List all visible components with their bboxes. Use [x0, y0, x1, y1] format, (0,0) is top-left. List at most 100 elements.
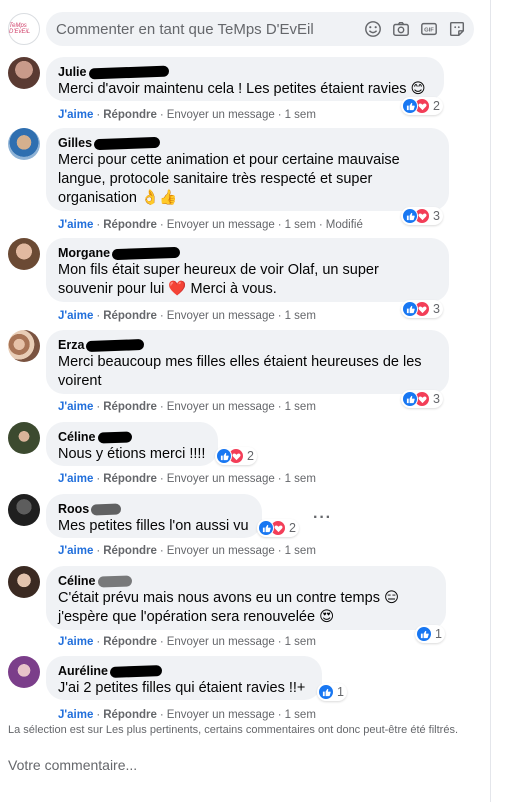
- timestamp[interactable]: 1 sem: [285, 310, 316, 322]
- timestamp[interactable]: 1 sem: [285, 109, 316, 121]
- separator: ·: [96, 709, 101, 721]
- send-message-button[interactable]: Envoyer un message: [167, 401, 275, 413]
- comment-actions: J'aime · Répondre · Envoyer un message · 1 sem: [58, 401, 316, 413]
- redaction-mark: [86, 339, 145, 353]
- redaction-mark: [97, 575, 132, 588]
- separator: ·: [277, 473, 282, 485]
- comment-author[interactable]: Auréline: [58, 664, 108, 678]
- send-message-button[interactable]: Envoyer un message: [167, 545, 275, 557]
- reaction-summary[interactable]: 1: [415, 625, 445, 643]
- timestamp[interactable]: 1 sem: [285, 401, 316, 413]
- reply-button[interactable]: Répondre: [103, 109, 157, 121]
- comment-text: Mes petites filles l'on aussi vu: [58, 518, 249, 534]
- reaction-summary[interactable]: 2: [257, 519, 299, 537]
- separator: ·: [277, 709, 282, 721]
- reaction-count: 3: [433, 392, 440, 406]
- separator: ·: [96, 109, 101, 121]
- reply-button[interactable]: Répondre: [103, 219, 157, 231]
- like-reaction-icon: [318, 684, 334, 700]
- comment-author[interactable]: Céline: [58, 574, 96, 588]
- separator: ·: [96, 636, 101, 648]
- separator: ·: [96, 473, 101, 485]
- comment-input[interactable]: [56, 12, 356, 46]
- scrollbar[interactable]: [490, 0, 506, 802]
- reply-button[interactable]: Répondre: [103, 636, 157, 648]
- like-button[interactable]: J'aime: [58, 109, 93, 121]
- reply-button[interactable]: Répondre: [103, 310, 157, 322]
- timestamp[interactable]: 1 sem: [285, 473, 316, 485]
- comment-text: Merci pour cette animation et pour certa…: [58, 152, 400, 206]
- reaction-count: 2: [433, 99, 440, 113]
- comment-text: Merci d'avoir maintenu cela ! Les petite…: [58, 81, 426, 97]
- comment-input-box[interactable]: GIF: [46, 12, 474, 46]
- reaction-summary[interactable]: 3: [401, 390, 443, 408]
- reaction-count: 1: [337, 685, 344, 699]
- page-avatar[interactable]: TeMps D'EvEiL: [8, 13, 40, 45]
- send-message-button[interactable]: Envoyer un message: [167, 473, 275, 485]
- like-button[interactable]: J'aime: [58, 219, 93, 231]
- like-reaction-icon: [402, 208, 418, 224]
- avatar[interactable]: [8, 422, 40, 454]
- avatar[interactable]: [8, 330, 40, 362]
- send-message-button[interactable]: Envoyer un message: [167, 636, 275, 648]
- avatar[interactable]: [8, 57, 40, 89]
- avatar[interactable]: [8, 656, 40, 688]
- like-button[interactable]: J'aime: [58, 473, 93, 485]
- reaction-summary[interactable]: 1: [317, 683, 347, 701]
- like-button[interactable]: J'aime: [58, 709, 93, 721]
- avatar[interactable]: [8, 128, 40, 160]
- separator: ·: [277, 219, 282, 231]
- send-message-button[interactable]: Envoyer un message: [167, 709, 275, 721]
- comment-author[interactable]: Morgane: [58, 246, 110, 260]
- reply-button[interactable]: Répondre: [103, 709, 157, 721]
- send-message-button[interactable]: Envoyer un message: [167, 219, 275, 231]
- separator: ·: [277, 636, 282, 648]
- reaction-summary[interactable]: 3: [401, 207, 443, 225]
- like-reaction-icon: [402, 391, 418, 407]
- comment-author[interactable]: Roos: [58, 502, 89, 516]
- smiley-icon[interactable]: [364, 20, 382, 38]
- comment-bubble: Céline Nous y étions merci !!!!: [46, 422, 218, 466]
- avatar[interactable]: [8, 238, 40, 270]
- reply-button[interactable]: Répondre: [103, 473, 157, 485]
- comment-author[interactable]: Julie: [58, 65, 87, 79]
- reaction-count: 3: [433, 209, 440, 223]
- sticker-icon[interactable]: [448, 20, 466, 38]
- like-button[interactable]: J'aime: [58, 401, 93, 413]
- your-comment-input[interactable]: Votre commentaire...: [8, 757, 137, 773]
- separator: ·: [159, 109, 164, 121]
- send-message-button[interactable]: Envoyer un message: [167, 310, 275, 322]
- comment-author[interactable]: Gilles: [58, 136, 92, 150]
- send-message-button[interactable]: Envoyer un message: [167, 109, 275, 121]
- avatar[interactable]: [8, 494, 40, 526]
- like-button[interactable]: J'aime: [58, 310, 93, 322]
- like-button[interactable]: J'aime: [58, 636, 93, 648]
- gif-icon[interactable]: GIF: [420, 20, 438, 38]
- reply-button[interactable]: Répondre: [103, 401, 157, 413]
- reaction-count: 2: [289, 521, 296, 535]
- comment-author[interactable]: Céline: [58, 430, 96, 444]
- reaction-summary[interactable]: 3: [401, 300, 443, 318]
- comment-text: C'était prévu mais nous avons eu un cont…: [58, 590, 400, 625]
- timestamp[interactable]: 1 sem: [285, 545, 316, 557]
- separator: ·: [277, 545, 282, 557]
- edited-label[interactable]: Modifié: [326, 219, 363, 231]
- timestamp[interactable]: 1 sem: [285, 709, 316, 721]
- more-options-icon[interactable]: ···: [313, 509, 332, 527]
- camera-icon[interactable]: [392, 20, 410, 38]
- comment-text: Nous y étions merci !!!!: [58, 446, 206, 462]
- like-reaction-icon: [216, 448, 232, 464]
- timestamp[interactable]: 1 sem: [285, 219, 316, 231]
- timestamp[interactable]: 1 sem: [285, 636, 316, 648]
- avatar[interactable]: [8, 566, 40, 598]
- like-button[interactable]: J'aime: [58, 545, 93, 557]
- comment-actions: J'aime · Répondre · Envoyer un message · 1 sem: [58, 636, 316, 648]
- reaction-count: 2: [247, 449, 254, 463]
- reaction-summary[interactable]: 2: [401, 97, 443, 115]
- separator: ·: [96, 401, 101, 413]
- reply-button[interactable]: Répondre: [103, 545, 157, 557]
- reaction-summary[interactable]: 2: [215, 447, 257, 465]
- separator: ·: [96, 545, 101, 557]
- comment-bubble: Julie Merci d'avoir maintenu cela ! Les …: [46, 57, 444, 101]
- comment-author[interactable]: Erza: [58, 338, 84, 352]
